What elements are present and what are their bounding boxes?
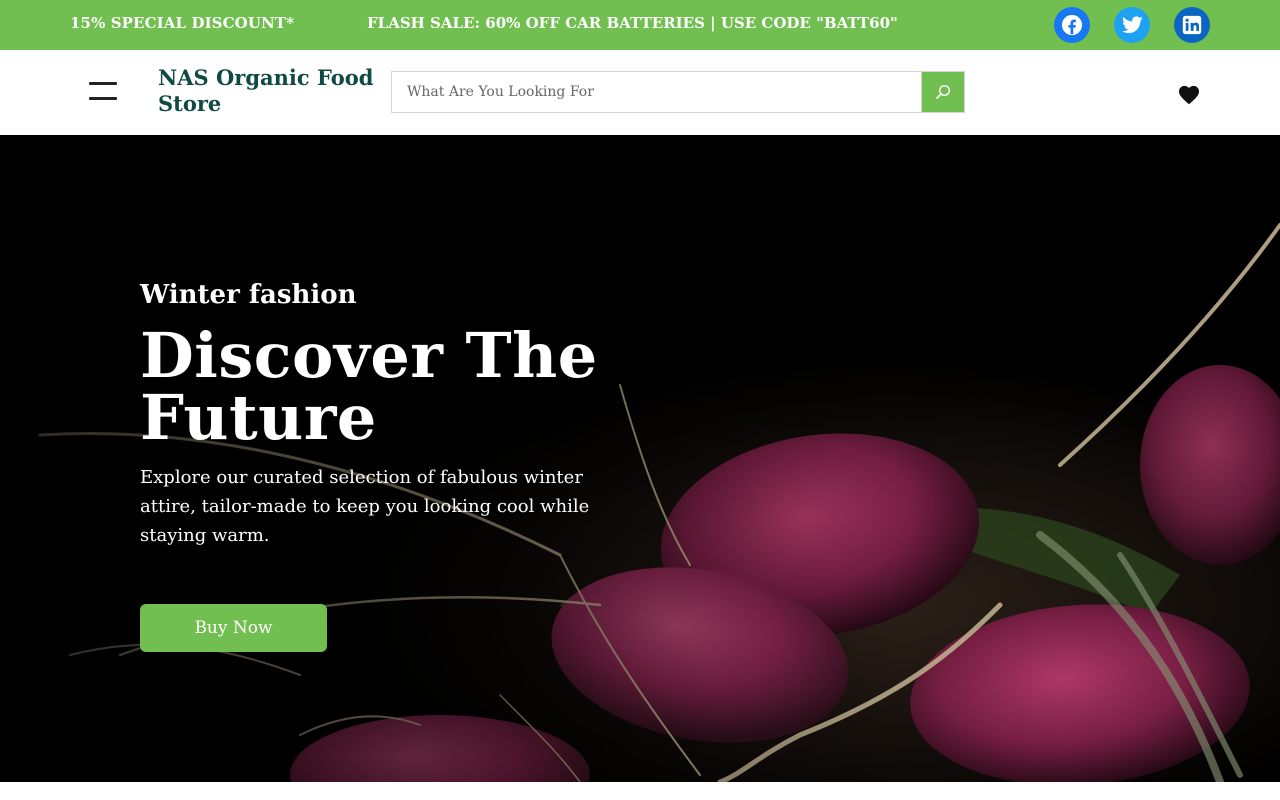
hero-banner: Winter fashion Discover The Future Explo… bbox=[0, 135, 1280, 782]
facebook-icon bbox=[1061, 14, 1083, 36]
menu-line bbox=[89, 97, 117, 100]
linkedin-icon bbox=[1182, 15, 1202, 35]
wishlist-button[interactable] bbox=[1178, 85, 1200, 105]
hero-overlay bbox=[0, 135, 1280, 782]
site-header: NAS Organic Food Store bbox=[0, 50, 1280, 135]
linkedin-link[interactable] bbox=[1174, 7, 1210, 43]
facebook-link[interactable] bbox=[1054, 7, 1090, 43]
heart-icon bbox=[1179, 85, 1199, 105]
search-button[interactable] bbox=[921, 72, 964, 112]
flash-sale-text: FLASH SALE: 60% OFF CAR BATTERIES | USE … bbox=[367, 14, 898, 32]
page-bottom bbox=[0, 782, 1280, 800]
top-promo-bar: 15% SPECIAL DISCOUNT* FLASH SALE: 60% OF… bbox=[0, 0, 1280, 50]
hamburger-icon[interactable] bbox=[87, 82, 119, 102]
hero-description: Explore our curated selection of fabulou… bbox=[140, 467, 590, 546]
hero-eyebrow: Winter fashion bbox=[140, 280, 357, 310]
search-bar bbox=[391, 71, 965, 113]
buy-now-button[interactable]: Buy Now bbox=[140, 604, 327, 652]
menu-line bbox=[89, 82, 117, 85]
hero-title: Discover The Future bbox=[140, 319, 598, 454]
search-icon bbox=[936, 84, 951, 99]
twitter-link[interactable] bbox=[1114, 7, 1150, 43]
discount-text: 15% SPECIAL DISCOUNT* bbox=[70, 14, 295, 32]
site-title[interactable]: NAS Organic Food Store bbox=[158, 65, 378, 117]
twitter-icon bbox=[1121, 16, 1143, 34]
search-input[interactable] bbox=[392, 72, 922, 112]
